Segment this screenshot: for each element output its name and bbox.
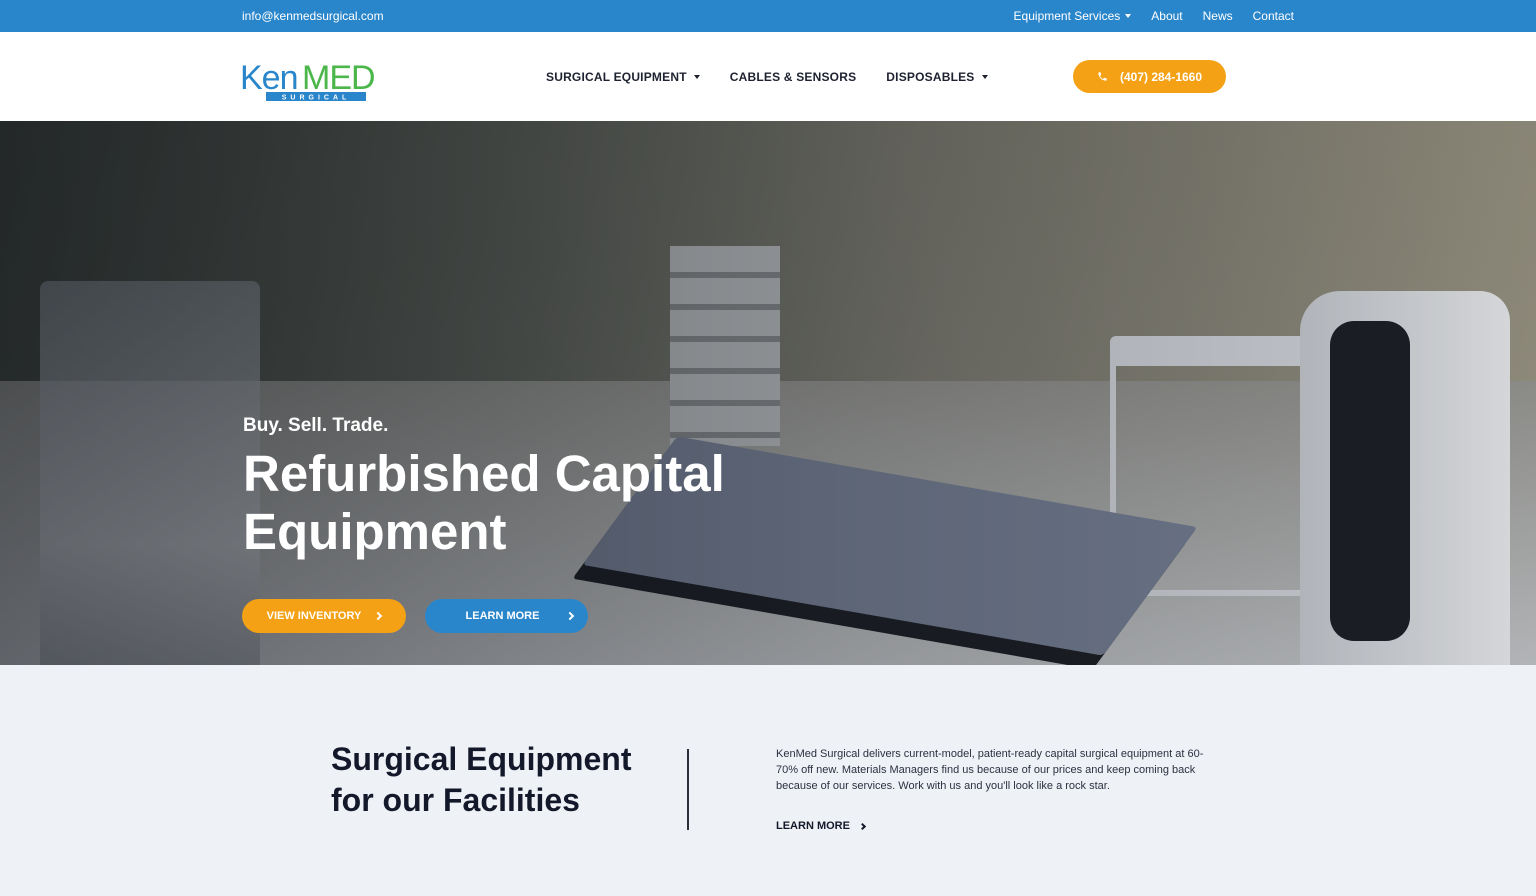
utility-link-about[interactable]: About xyxy=(1151,9,1182,23)
utility-link-equipment-services[interactable]: Equipment Services xyxy=(1014,9,1132,23)
nav-cables-sensors[interactable]: CABLES & SENSORS xyxy=(730,70,857,84)
nav-surgical-equipment[interactable]: SURGICAL EQUIPMENT xyxy=(546,70,700,84)
vertical-divider xyxy=(687,749,689,830)
intro-heading: Surgical Equipment for our Facilities xyxy=(331,741,632,818)
utility-link-contact[interactable]: Contact xyxy=(1253,9,1294,23)
caret-down-icon xyxy=(1125,14,1132,18)
intro-body: KenMed Surgical delivers current-model, … xyxy=(776,748,1204,792)
top-utility-bar: info@kenmedsurgical.com Equipment Servic… xyxy=(0,0,1536,32)
phone-number: (407) 284-1660 xyxy=(1119,69,1203,84)
intro-learn-more-link[interactable]: LEARN MORE xyxy=(776,820,866,832)
intro-section: Surgical Equipment for our Facilities Ke… xyxy=(0,665,1536,896)
phone-button[interactable]: (407) 284-1660 xyxy=(1073,60,1226,93)
caret-down-icon xyxy=(693,75,700,79)
utility-link-news[interactable]: News xyxy=(1203,9,1233,23)
caret-down-icon xyxy=(981,75,988,79)
chevron-right-icon xyxy=(566,611,575,621)
hero-title: Refurbished Capital Equipment xyxy=(243,445,725,560)
hero-banner: Buy. Sell. Trade. Refurbished Capital Eq… xyxy=(0,121,1536,665)
phone-icon xyxy=(1098,72,1107,81)
primary-nav: SURGICAL EQUIPMENT CABLES & SENSORS DISP… xyxy=(546,70,1018,84)
utility-nav: Equipment Services About News Contact xyxy=(994,9,1294,23)
hero-learn-more-button[interactable]: LEARN MORE xyxy=(425,599,588,633)
site-logo[interactable]: Ken MED SURGICAL xyxy=(240,59,396,103)
svg-text:SURGICAL: SURGICAL xyxy=(282,95,351,102)
view-inventory-button[interactable]: VIEW INVENTORY xyxy=(242,599,406,633)
chevron-right-icon xyxy=(374,611,383,621)
svg-text:Ken: Ken xyxy=(240,59,298,97)
contact-email-link[interactable]: info@kenmedsurgical.com xyxy=(242,9,384,23)
hero-kicker: Buy. Sell. Trade. xyxy=(243,415,389,436)
nav-disposables[interactable]: DISPOSABLES xyxy=(886,70,988,84)
chevron-right-icon xyxy=(858,822,866,830)
main-header: Ken MED SURGICAL SURGICAL EQUIPMENT CABL… xyxy=(0,32,1536,121)
svg-text:MED: MED xyxy=(302,59,375,97)
